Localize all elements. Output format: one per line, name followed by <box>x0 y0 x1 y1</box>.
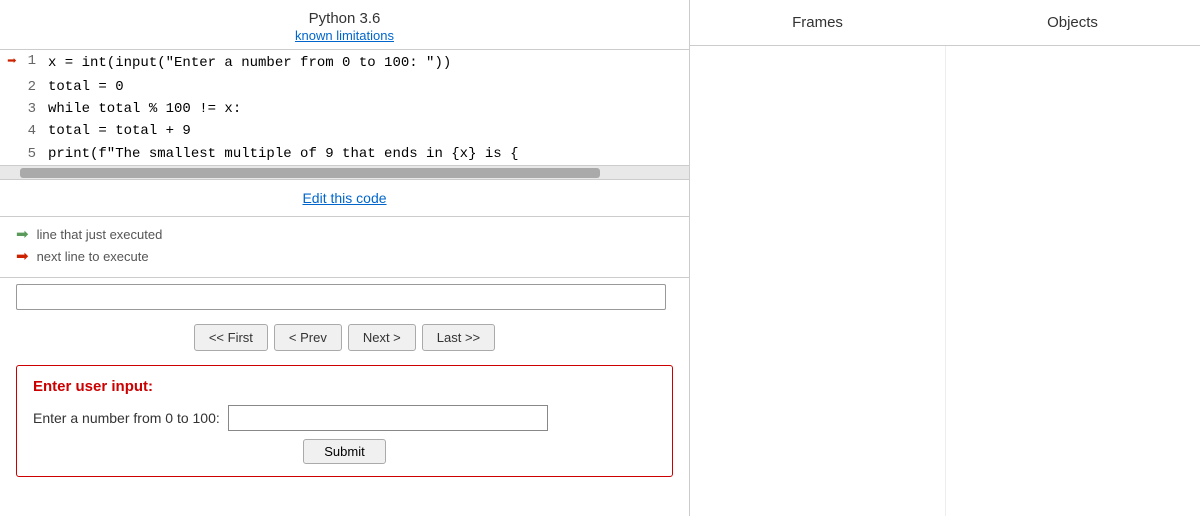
user-input-label: Enter user input: <box>33 378 656 395</box>
tab-frames[interactable]: Frames <box>690 10 945 35</box>
green-arrow-icon: ➡ <box>16 225 29 243</box>
input-display-box <box>16 284 666 310</box>
prev-button[interactable]: < Prev <box>274 324 342 351</box>
submit-button[interactable]: Submit <box>303 439 385 464</box>
legend-red: ➡ next line to execute <box>16 247 673 265</box>
line-number: 5 <box>24 143 44 165</box>
tab-objects[interactable]: Objects <box>945 10 1200 35</box>
code-table: ➡ 1x = int(input("Enter a number from 0 t… <box>0 50 518 165</box>
frames-panel <box>690 46 946 516</box>
line-code: total = total + 9 <box>44 120 518 142</box>
legend-green: ➡ line that just executed <box>16 225 673 243</box>
code-area: ➡ 1x = int(input("Enter a number from 0 t… <box>0 50 689 166</box>
line-arrow-cell: ➡ <box>0 50 24 76</box>
table-row: ➡ 1x = int(input("Enter a number from 0 t… <box>0 50 518 76</box>
legend: ➡ line that just executed ➡ next line to… <box>0 217 689 278</box>
line-number: 3 <box>24 98 44 120</box>
right-header: Frames Objects <box>690 0 1200 46</box>
user-input-prompt: Enter a number from 0 to 100: <box>33 410 220 426</box>
objects-panel <box>946 46 1200 516</box>
table-row: 4 total = total + 9 <box>0 120 518 142</box>
python-version-title: Python 3.6 <box>0 10 689 27</box>
next-button[interactable]: Next > <box>348 324 416 351</box>
left-panel: Python 3.6 known limitations ➡ 1x = int(i… <box>0 0 690 516</box>
user-input-section: Enter user input: Enter a number from 0 … <box>16 365 673 477</box>
scrollbar-thumb[interactable] <box>20 168 600 178</box>
line-number: 4 <box>24 120 44 142</box>
line-number: 1 <box>24 50 44 76</box>
red-arrow-icon: ➡ <box>7 53 17 71</box>
user-input-row: Enter a number from 0 to 100: <box>33 405 656 431</box>
line-code: print(f"The smallest multiple of 9 that … <box>44 143 518 165</box>
table-row: 2total = 0 <box>0 76 518 98</box>
line-arrow-cell <box>0 120 24 142</box>
horizontal-scrollbar[interactable] <box>0 166 689 180</box>
line-number: 2 <box>24 76 44 98</box>
legend-red-label: next line to execute <box>37 249 149 264</box>
submit-btn-row: Submit <box>33 439 656 464</box>
red-arrow-icon: ➡ <box>16 247 29 265</box>
user-input-field[interactable] <box>228 405 548 431</box>
edit-code-link[interactable]: Edit this code <box>302 190 386 206</box>
legend-green-label: line that just executed <box>37 227 163 242</box>
line-code: while total % 100 != x: <box>44 98 518 120</box>
panels-area <box>690 46 1200 516</box>
line-code: x = int(input("Enter a number from 0 to … <box>44 50 518 76</box>
edit-link-area: Edit this code <box>0 180 689 217</box>
line-arrow-cell <box>0 98 24 120</box>
input-box-area <box>0 278 689 316</box>
first-button[interactable]: << First <box>194 324 268 351</box>
line-code: total = 0 <box>44 76 518 98</box>
header: Python 3.6 known limitations <box>0 0 689 50</box>
known-limitations-link[interactable]: known limitations <box>295 28 394 43</box>
line-arrow-cell <box>0 76 24 98</box>
nav-buttons: << First < Prev Next > Last >> <box>0 316 689 359</box>
line-arrow-cell <box>0 143 24 165</box>
last-button[interactable]: Last >> <box>422 324 495 351</box>
table-row: 5print(f"The smallest multiple of 9 that… <box>0 143 518 165</box>
right-panel: Frames Objects <box>690 0 1200 516</box>
table-row: 3while total % 100 != x: <box>0 98 518 120</box>
